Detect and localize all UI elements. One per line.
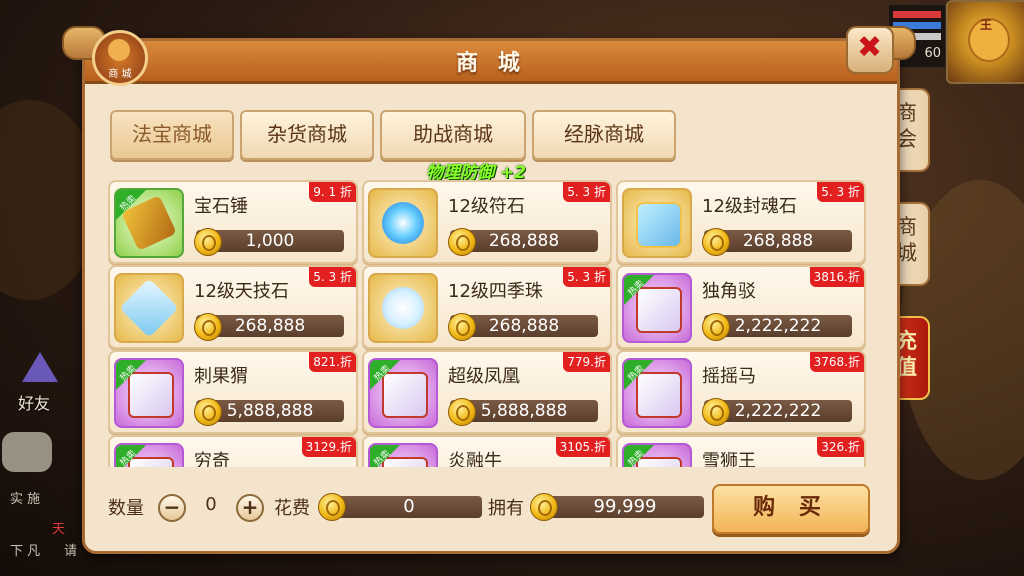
item-icon-frame xyxy=(622,188,692,258)
player-avatar[interactable]: 王 xyxy=(946,0,1024,84)
coin-icon xyxy=(702,398,730,426)
player-level: 60 xyxy=(924,46,941,61)
item-icon-frame: 热卖 xyxy=(622,273,692,343)
discount-badge: 5. 3 折 xyxy=(309,267,356,287)
discount-badge: 3129.折 xyxy=(301,437,356,457)
discount-badge: 326.折 xyxy=(817,437,864,457)
coin-icon xyxy=(194,313,222,341)
coin-icon xyxy=(448,398,476,426)
chat-bubble-icon[interactable] xyxy=(2,432,52,472)
minus-button[interactable]: − xyxy=(158,494,186,522)
item-icon-frame: 热卖 xyxy=(622,443,692,467)
chat-line: 天 xyxy=(52,522,66,537)
item-card[interactable]: 12级符石 5. 3 折 268,888 xyxy=(362,180,612,264)
game-screen: { "hud": { "level": "60", "avatar_glyph"… xyxy=(0,0,1024,576)
cost-label: 花费 xyxy=(274,498,310,519)
item-name: 宝石锤 xyxy=(194,196,248,217)
discount-badge: 9. 1 折 xyxy=(309,182,356,202)
item-name: 雪狮王 xyxy=(702,451,756,467)
hp-bar xyxy=(893,11,941,18)
shop-badge-icon: 商 城 xyxy=(92,30,148,86)
item-card[interactable]: 12级四季珠 5. 3 折 268,888 xyxy=(362,265,612,349)
item-name: 穷奇 xyxy=(194,451,230,467)
friends-button[interactable]: 好友 xyxy=(8,352,70,413)
green-cube-icon xyxy=(636,202,682,248)
quantity-label: 数量 xyxy=(108,498,144,519)
plus-button[interactable]: + xyxy=(236,494,264,522)
item-name: 12级符石 xyxy=(448,196,525,217)
quantity-value[interactable]: 0 xyxy=(192,494,230,515)
discount-badge: 821.折 xyxy=(309,352,356,372)
discount-badge: 5. 3 折 xyxy=(817,182,864,202)
item-card[interactable]: 热卖 超级凤凰 779.折 5,888,888 xyxy=(362,350,612,434)
item-card[interactable]: 热卖 炎融牛 3105.折 xyxy=(362,435,612,467)
item-card[interactable]: 热卖 雪狮王 326.折 xyxy=(616,435,866,467)
avatar-glyph: 王 xyxy=(980,18,993,32)
item-icon-frame: 热卖 xyxy=(114,188,184,258)
panel-title: 商 城 xyxy=(456,51,526,76)
discount-badge: 779.折 xyxy=(563,352,610,372)
item-name: 摇摇马 xyxy=(702,366,756,387)
cost-value: 0 xyxy=(336,496,482,518)
close-button[interactable]: ✖ xyxy=(846,26,894,74)
shop-badge-label: 商 城 xyxy=(108,69,132,80)
item-card[interactable]: 热卖 宝石锤 9. 1 折 1,000 xyxy=(108,180,358,264)
buy-button[interactable]: 购 买 xyxy=(712,484,870,534)
friends-label: 好友 xyxy=(18,394,51,413)
crystal-icon xyxy=(119,278,179,338)
rabbit-icon xyxy=(108,39,130,61)
discount-badge: 3105.折 xyxy=(555,437,610,457)
item-icon-frame xyxy=(114,273,184,343)
panel-header: 商 城 xyxy=(85,41,897,84)
coin-icon xyxy=(702,313,730,341)
chat-line: 实 施 xyxy=(10,492,41,507)
item-name: 12级天技石 xyxy=(194,281,289,302)
owned-value: 99,999 xyxy=(546,496,704,518)
coin-icon xyxy=(194,228,222,256)
item-card[interactable]: 热卖 摇摇马 3768.折 2,222,222 xyxy=(616,350,866,434)
item-card[interactable]: 热卖 刺果猬 821.折 5,888,888 xyxy=(108,350,358,434)
close-icon: ✖ xyxy=(857,30,883,65)
item-grid[interactable]: 热卖 宝石锤 9. 1 折 1,000 12级符石 5. 3 折 268,888 12级封魂石… xyxy=(108,180,868,467)
item-icon-frame: 热卖 xyxy=(114,358,184,428)
coin-icon xyxy=(448,228,476,256)
item-icon-frame: 热卖 xyxy=(114,443,184,467)
item-icon-frame: 热卖 xyxy=(368,443,438,467)
tab-general-shop[interactable]: 杂货商城 xyxy=(240,110,374,160)
coin-icon xyxy=(448,313,476,341)
item-name: 12级封魂石 xyxy=(702,196,797,217)
discount-badge: 5. 3 折 xyxy=(563,267,610,287)
tab-assist-shop[interactable]: 助战商城 xyxy=(380,110,526,160)
item-name: 炎融牛 xyxy=(448,451,502,467)
coin-icon xyxy=(318,493,346,521)
item-name: 独角驳 xyxy=(702,281,756,302)
wizard-hat-icon xyxy=(22,352,58,382)
item-name: 刺果猬 xyxy=(194,366,248,387)
coin-icon xyxy=(530,493,558,521)
coin-icon xyxy=(194,398,222,426)
blue-orb-icon xyxy=(382,202,424,244)
discount-badge: 3768.折 xyxy=(809,352,864,372)
chat-line: 请 xyxy=(64,544,78,559)
item-card[interactable]: 热卖 穷奇 3129.折 xyxy=(108,435,358,467)
coin-icon xyxy=(702,228,730,256)
item-card[interactable]: 12级封魂石 5. 3 折 268,888 xyxy=(616,180,866,264)
item-icon-frame xyxy=(368,273,438,343)
discount-badge: 5. 3 折 xyxy=(563,182,610,202)
item-card[interactable]: 12级天技石 5. 3 折 268,888 xyxy=(108,265,358,349)
item-icon-frame: 热卖 xyxy=(368,358,438,428)
item-icon-frame xyxy=(368,188,438,258)
tab-treasure-shop[interactable]: 法宝商城 xyxy=(110,110,234,160)
item-name: 超级凤凰 xyxy=(448,366,520,387)
chat-line: 下 凡 xyxy=(10,544,41,559)
item-icon-frame: 热卖 xyxy=(622,358,692,428)
item-card[interactable]: 热卖 独角驳 3816.折 2,222,222 xyxy=(616,265,866,349)
snow-orb-icon xyxy=(382,287,424,329)
item-name: 12级四季珠 xyxy=(448,281,543,302)
discount-badge: 3816.折 xyxy=(809,267,864,287)
tab-meridian-shop[interactable]: 经脉商城 xyxy=(532,110,676,160)
owned-label: 拥有 xyxy=(488,498,524,519)
